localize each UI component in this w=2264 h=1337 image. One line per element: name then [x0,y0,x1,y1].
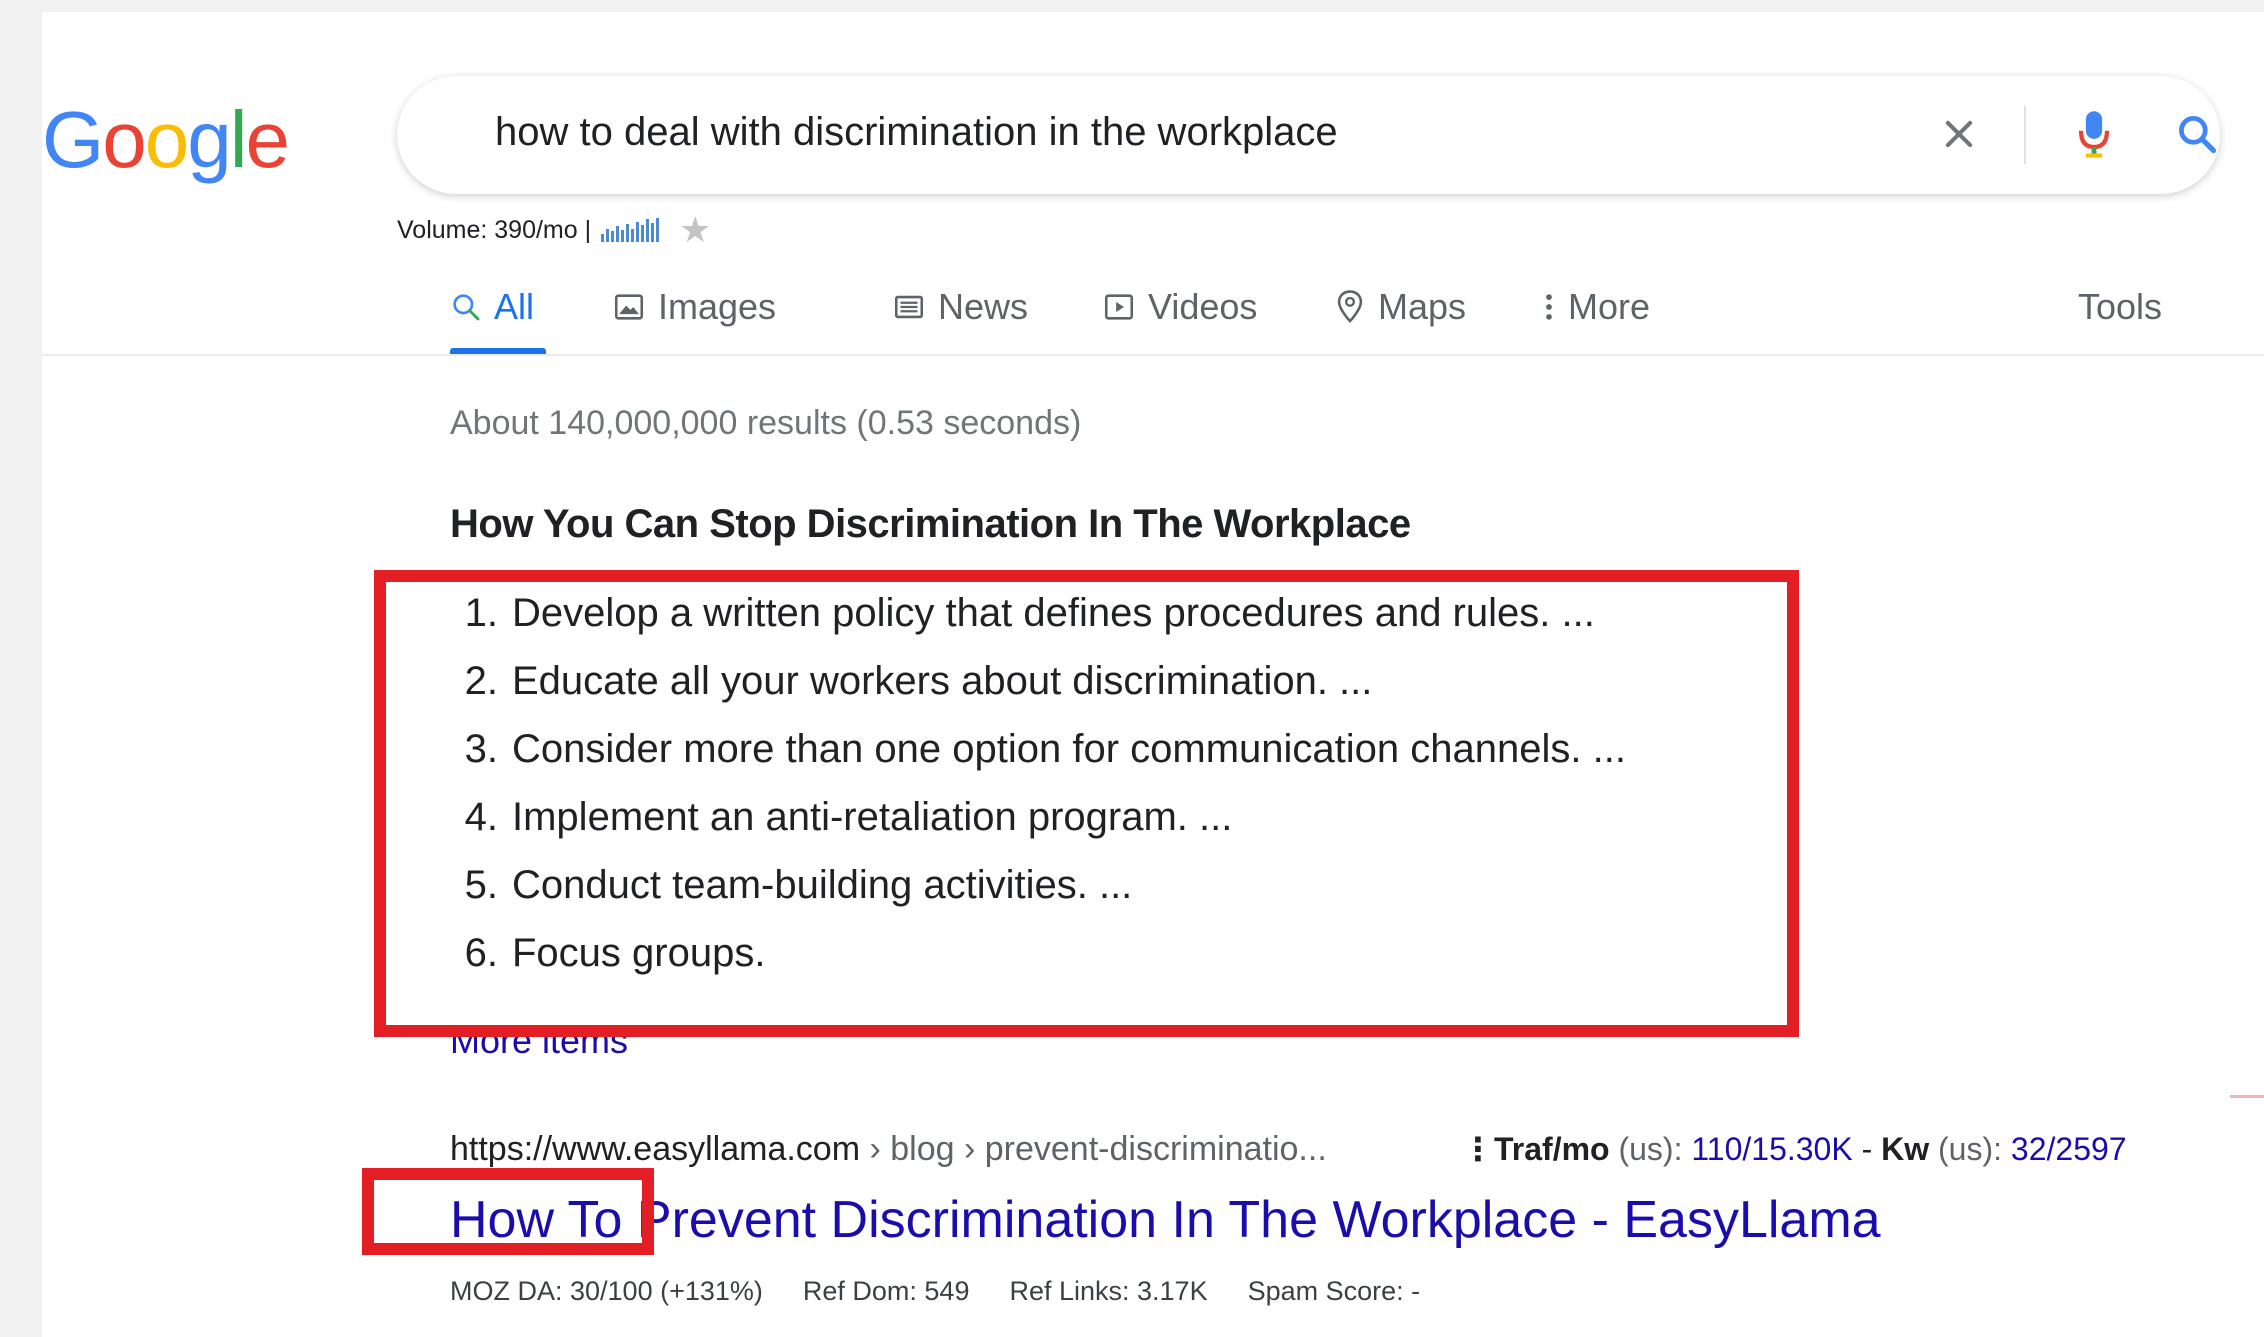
volume-bar [626,224,630,242]
ref-domains: Ref Dom: 549 [802,1276,970,1306]
tab-maps[interactable]: Maps [1334,272,1466,342]
volume-bar [636,222,640,242]
volume-bar [631,229,635,242]
logo-letter: e [245,95,290,184]
volume-bar [606,229,610,242]
result-stats: About 140,000,000 results (0.53 seconds) [450,404,1082,442]
mic-icon [2078,111,2110,158]
tab-label: News [938,286,1029,327]
tab-label: Images [658,286,777,327]
tab-label: Videos [1148,286,1258,327]
more-vert-icon [1546,294,1552,320]
spam-score: Spam Score: - [1247,1276,1421,1306]
keyword-value[interactable]: 32/2597 [2011,1131,2127,1167]
search-box[interactable]: how to deal with discrimination in the w… [397,76,2220,194]
video-icon [1104,294,1134,320]
result-url-domain: https://www.easyllama.com [450,1130,861,1168]
voice-search-button[interactable] [2062,102,2126,166]
tab-all[interactable]: All [450,272,534,342]
star-icon[interactable]: ★ [679,212,711,248]
ref-links: Ref Links: 3.17K [1009,1276,1208,1306]
volume-bar [641,225,645,242]
volume-bar [656,218,660,242]
highlight-box-title [362,1168,654,1255]
logo-letter: G [42,95,104,184]
google-logo[interactable]: Google [42,94,290,186]
traffic-value[interactable]: 110/15.30K [1691,1131,1852,1167]
tab-news[interactable]: News [892,272,1028,342]
keyword-volume: Volume: 390/mo | ★ [397,212,711,248]
highlight-box-featured-list [374,570,1799,1037]
search-button[interactable] [2165,102,2229,166]
tab-more[interactable]: More [1542,272,1650,342]
tab-label: All [494,286,535,327]
seo-traffic-info: ⋮Traf/mo (us): 110/15.30K - Kw (us): 32/… [1462,1131,2127,1167]
volume-bar [601,234,605,242]
tab-label: Maps [1378,286,1467,327]
result-url-breadcrumb[interactable]: https://www.easyllama.com › blog › preve… [450,1130,1327,1169]
close-icon [1945,120,1973,148]
search-icon [453,294,480,321]
image-icon [614,294,644,320]
tabs-divider [42,354,2264,356]
volume-bar [651,223,655,242]
volume-bar [611,231,615,242]
volume-bar [621,230,625,242]
volume-bar [646,219,650,242]
logo-letter: o [102,95,146,184]
tab-images[interactable]: Images [612,272,776,342]
tools-button[interactable]: Tools [2078,272,2162,342]
more-vert-icon[interactable]: ⋮ [1462,1131,1494,1167]
tools-label: Tools [2078,286,2163,327]
tab-label: More [1568,286,1651,327]
search-box-divider [2024,106,2026,164]
logo-letter: g [187,95,231,184]
news-icon [894,295,924,319]
logo-letter: o [144,95,189,184]
clear-search-button[interactable] [1927,102,1991,166]
edge-mark [2230,1095,2264,1098]
map-pin-icon [1337,290,1363,324]
featured-snippet-heading: How You Can Stop Discrimination In The W… [450,502,1411,546]
search-results-page: Google how to deal with discrimination i… [42,12,2264,1337]
volume-bar [616,226,620,242]
search-icon [2179,116,2217,154]
result-title-link[interactable]: How To Prevent Discrimination In The Wor… [450,1190,1881,1250]
volume-trend-bars [601,218,660,242]
tab-videos[interactable]: Videos [1102,272,1257,342]
seo-metrics: MOZ DA: 30/100 (+131%) Ref Dom: 549 Ref … [450,1276,1420,1307]
volume-label: Volume: 390/mo | [397,215,592,244]
logo-letter: l [229,95,248,184]
moz-da: MOZ DA: 30/100 (+131%) [450,1276,763,1306]
search-input[interactable]: how to deal with discrimination in the w… [495,110,1338,155]
